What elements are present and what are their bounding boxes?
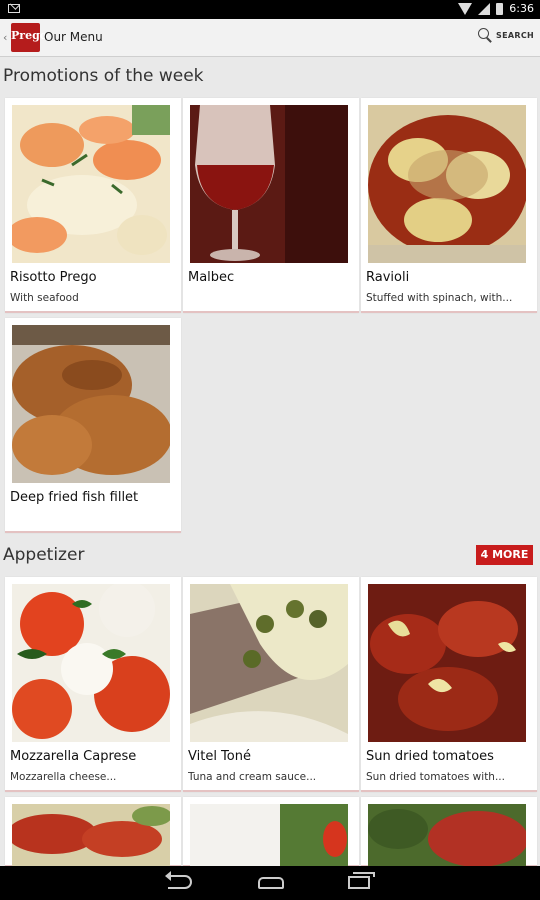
menu-card[interactable]	[183, 797, 359, 867]
prego-logo[interactable]: Prego	[11, 23, 47, 52]
system-navigation-bar	[0, 866, 540, 900]
battery-icon	[496, 2, 504, 15]
menu-card[interactable]: Sun dried tomatoes Sun dried tomatoes wi…	[361, 577, 537, 792]
beef-photo	[368, 804, 526, 866]
carpaccio-photo	[12, 804, 170, 866]
section-title-appetizer: Appetizer	[3, 545, 85, 565]
menu-card[interactable]: Deep fried fish fillet	[5, 318, 181, 533]
menu-item-description: Mozzarella cheese...	[10, 771, 117, 783]
status-bar: 6:36	[0, 0, 540, 19]
vitel-tone-photo	[190, 584, 348, 742]
menu-item-description: Tuna and cream sauce...	[188, 771, 317, 783]
action-bar: ‹ Prego Our Menu SEARCH	[0, 19, 540, 57]
menu-item-name: Sun dried tomatoes	[366, 749, 494, 764]
clock: 6:36	[509, 2, 534, 15]
page-title: Our Menu	[44, 30, 103, 44]
ravioli-photo	[368, 105, 526, 263]
menu-item-description: Sun dried tomatoes with...	[366, 771, 505, 783]
fried-fish-photo	[12, 325, 170, 483]
menu-item-name: Risotto Prego	[10, 270, 97, 285]
menu-item-description: Stuffed with spinach, with...	[366, 292, 513, 304]
risotto-photo	[12, 105, 170, 263]
menu-card[interactable]: Ravioli Stuffed with spinach, with...	[361, 98, 537, 313]
recent-apps-icon[interactable]	[348, 872, 375, 889]
caprese-photo	[12, 584, 170, 742]
signal-icon	[478, 2, 491, 15]
status-indicators: 6:36	[458, 2, 534, 15]
menu-item-description: With seafood	[10, 292, 79, 304]
menu-card[interactable]	[361, 797, 537, 867]
menu-card[interactable]: Mozzarella Caprese Mozzarella cheese...	[5, 577, 181, 792]
menu-card[interactable]: Malbec	[183, 98, 359, 313]
mail-notification-icon	[8, 4, 20, 13]
salad-photo	[190, 804, 348, 866]
menu-item-name: Deep fried fish fillet	[10, 490, 139, 505]
menu-card[interactable]: Vitel Toné Tuna and cream sauce...	[183, 577, 359, 792]
menu-item-name: Mozzarella Caprese	[10, 749, 137, 764]
home-icon[interactable]	[258, 877, 284, 889]
search-icon	[478, 28, 493, 43]
menu-item-name: Malbec	[188, 270, 235, 285]
search-label: SEARCH	[496, 31, 534, 40]
search-button[interactable]: SEARCH	[478, 28, 534, 43]
menu-item-name: Ravioli	[366, 270, 410, 285]
menu-card[interactable]	[5, 797, 181, 867]
back-icon[interactable]	[165, 871, 192, 889]
wifi-icon	[458, 2, 473, 15]
menu-item-name: Vitel Toné	[188, 749, 251, 764]
more-button[interactable]: 4 MORE	[476, 545, 533, 565]
up-navigation-icon[interactable]: ‹	[3, 31, 7, 44]
section-title-promotions: Promotions of the week	[3, 66, 204, 86]
malbec-photo	[190, 105, 348, 263]
menu-card[interactable]: Risotto Prego With seafood	[5, 98, 181, 313]
sun-dried-tomatoes-photo	[368, 584, 526, 742]
